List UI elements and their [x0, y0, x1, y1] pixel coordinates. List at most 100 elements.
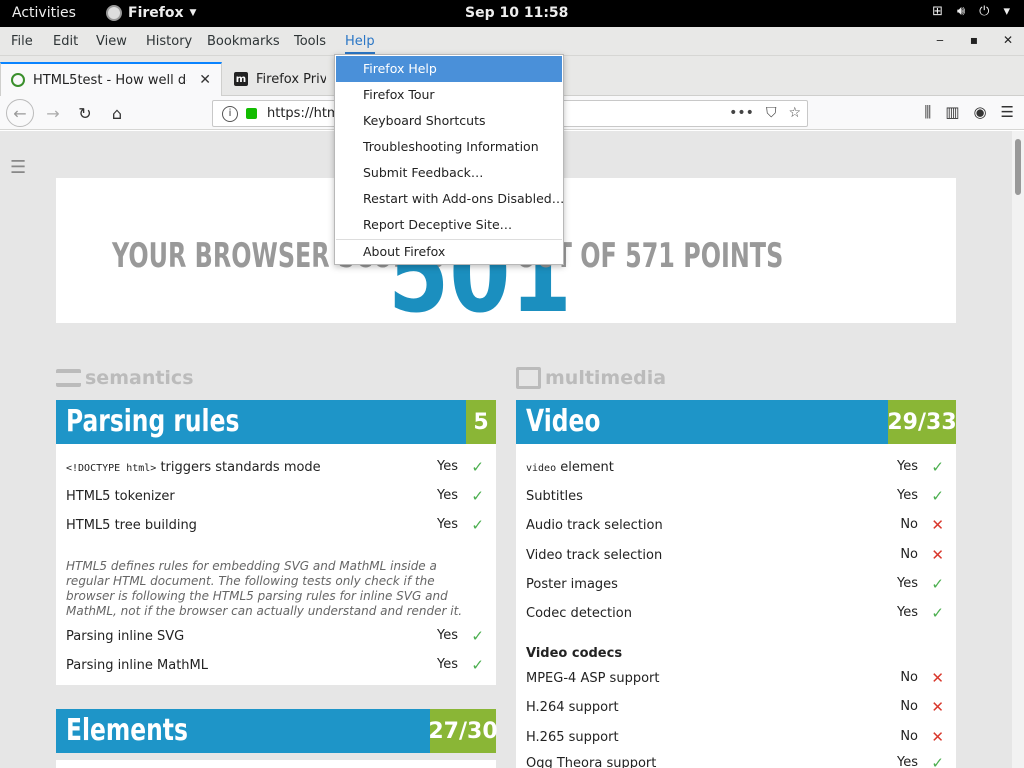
test-label: Codec detection	[526, 606, 632, 621]
test-result: Yes	[897, 459, 918, 474]
mozilla-favicon-icon: m	[234, 72, 248, 86]
test-result: No	[900, 729, 918, 744]
maximize-icon[interactable]: ▪	[966, 33, 982, 47]
window-controls: ‒ ▪ ✕	[932, 33, 1016, 47]
info-icon[interactable]: i	[222, 105, 238, 122]
menuitem-submit-feedback[interactable]: Submit Feedback…	[336, 160, 562, 186]
test-label: HTML5 tokenizer	[66, 489, 175, 504]
menu-edit[interactable]: Edit	[53, 34, 78, 49]
section-title: Parsing rules	[66, 404, 240, 439]
section-body-parsing-rules: <!DOCTYPE html> triggers standards mode …	[56, 444, 496, 685]
test-label: Ogg Theora support	[526, 756, 657, 768]
account-icon[interactable]: ◉	[973, 103, 986, 121]
test-row[interactable]: Parsing inline MathML Yes ✓	[56, 651, 496, 680]
close-window-icon[interactable]: ✕	[1000, 33, 1016, 47]
check-icon: ✓	[471, 627, 484, 645]
activities-button[interactable]: Activities	[12, 5, 76, 21]
hamburger-menu-icon[interactable]: ☰	[1001, 103, 1014, 121]
menuitem-report-deceptive-site[interactable]: Report Deceptive Site…	[336, 212, 562, 238]
test-row[interactable]: HTML5 tree building Yes ✓	[56, 511, 496, 540]
test-row[interactable]: MPEG-4 ASP support No ✕	[516, 664, 956, 693]
tab-firefox-privacy[interactable]: m Firefox Privacy	[224, 62, 336, 96]
menuitem-firefox-help[interactable]: Firefox Help	[336, 56, 562, 82]
close-tab-icon[interactable]: ✕	[199, 72, 211, 88]
test-row[interactable]: H.264 support No ✕	[516, 693, 956, 722]
test-row[interactable]: <!DOCTYPE html> triggers standards mode …	[56, 453, 496, 482]
test-label: MPEG-4 ASP support	[526, 671, 660, 686]
menu-tools[interactable]: Tools	[294, 34, 326, 49]
menu-help[interactable]: Help	[345, 34, 375, 54]
minimize-icon[interactable]: ‒	[932, 33, 948, 47]
toolbar-right: ⫼ ▥ ◉ ☰	[924, 103, 1014, 121]
app-menu[interactable]: Firefox ▼	[106, 5, 196, 21]
test-result: Yes	[437, 517, 458, 532]
test-row[interactable]: H.265 support No ✕	[516, 723, 956, 752]
scrollbar-thumb[interactable]	[1015, 139, 1021, 195]
test-result: Yes	[437, 628, 458, 643]
system-tray[interactable]: ⊞ 🔊︎ ⏻ ▾	[932, 4, 1010, 19]
bookmark-star-icon[interactable]: ☆	[788, 105, 801, 121]
home-icon[interactable]: ⌂	[105, 101, 129, 125]
test-row[interactable]: Ogg Theora support Yes ✓	[516, 749, 956, 768]
menu-view[interactable]: View	[96, 34, 127, 49]
section-body-elements	[56, 760, 496, 768]
volume-icon: 🔊︎	[956, 4, 966, 19]
tab-html5test[interactable]: HTML5test - How well does y ✕	[0, 62, 222, 96]
page-actions-icon[interactable]: •••	[729, 105, 754, 121]
chevron-down-icon: ▾	[1003, 4, 1010, 19]
test-row[interactable]: Subtitles Yes ✓	[516, 482, 956, 511]
menu-history[interactable]: History	[146, 34, 192, 49]
test-label: H.264 support	[526, 700, 619, 715]
section-header-video: Video 29/33	[516, 400, 957, 444]
check-icon: ✓	[931, 575, 944, 593]
test-result: Yes	[897, 755, 918, 768]
menu-file[interactable]: File	[11, 34, 33, 49]
cross-icon: ✕	[931, 516, 944, 534]
sidebar-icon[interactable]: ▥	[945, 103, 959, 121]
reload-icon[interactable]: ↻	[73, 101, 97, 125]
menuitem-troubleshooting-information[interactable]: Troubleshooting Information	[336, 134, 562, 160]
forward-arrow-icon[interactable]: →	[41, 101, 65, 125]
menuitem-restart-addons-disabled[interactable]: Restart with Add-ons Disabled…	[336, 186, 564, 212]
firefox-icon	[106, 5, 122, 21]
test-row[interactable]: Parsing inline SVG Yes ✓	[56, 622, 496, 651]
test-label: Video track selection	[526, 548, 663, 563]
subsection-heading: Video codecs	[526, 646, 623, 661]
test-row[interactable]: Codec detection Yes ✓	[516, 599, 956, 628]
menuitem-firefox-tour[interactable]: Firefox Tour	[336, 82, 562, 108]
test-row[interactable]: Poster images Yes ✓	[516, 570, 956, 599]
category-label: semantics	[85, 367, 194, 389]
network-icon: ⊞	[932, 4, 943, 19]
test-result: Yes	[897, 605, 918, 620]
test-result: No	[900, 517, 918, 532]
section-score: 27/30	[428, 709, 498, 753]
test-label: <!DOCTYPE html> triggers standards mode	[66, 460, 321, 475]
gnome-top-bar: Activities Firefox ▼ Sep 10 11:58 ⊞ 🔊︎ ⏻…	[0, 0, 1024, 27]
site-menu-icon[interactable]: ☰	[10, 157, 26, 178]
back-arrow-icon[interactable]: ←	[6, 99, 34, 127]
category-semantics: semantics	[56, 367, 194, 389]
section-header-parsing-rules: Parsing rules 5	[56, 400, 496, 444]
cross-icon: ✕	[931, 669, 944, 687]
test-row[interactable]: video element Yes ✓	[516, 453, 956, 482]
menu-bookmarks[interactable]: Bookmarks	[207, 34, 280, 49]
pocket-icon[interactable]: ⛉	[766, 105, 777, 121]
test-row[interactable]: Video track selection No ✕	[516, 541, 956, 570]
cross-icon: ✕	[931, 546, 944, 564]
check-icon: ✓	[931, 754, 944, 768]
test-result: No	[900, 547, 918, 562]
test-row[interactable]: HTML5 tokenizer Yes ✓	[56, 482, 496, 511]
menuitem-keyboard-shortcuts[interactable]: Keyboard Shortcuts	[336, 108, 562, 134]
tab-title: HTML5test - How well does y	[33, 72, 187, 88]
section-note: HTML5 defines rules for embedding SVG an…	[66, 559, 463, 618]
test-label: Parsing inline SVG	[66, 629, 185, 644]
clock[interactable]: Sep 10 11:58	[465, 5, 568, 21]
page-scrollbar[interactable]	[1012, 131, 1024, 768]
test-row[interactable]: Audio track selection No ✕	[516, 511, 956, 540]
menu-bar: File Edit View History Bookmarks Tools H…	[0, 27, 1024, 56]
test-label: HTML5 tree building	[66, 518, 197, 533]
check-icon: ✓	[471, 458, 484, 476]
check-icon: ✓	[471, 656, 484, 674]
library-icon[interactable]: ⫼	[924, 103, 931, 121]
menuitem-about-firefox[interactable]: About Firefox	[336, 239, 562, 265]
